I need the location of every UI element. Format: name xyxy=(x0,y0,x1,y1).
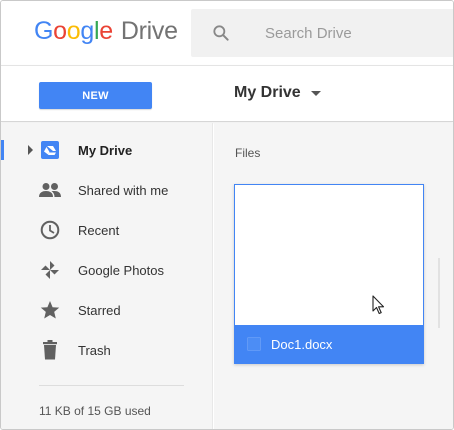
sidebar-item-label: Google Photos xyxy=(78,262,165,278)
product-name: Drive xyxy=(120,17,178,45)
sidebar-item-label: My Drive xyxy=(78,142,133,158)
scrollbar[interactable] xyxy=(438,258,440,328)
people-icon xyxy=(39,180,61,200)
sidebar-item-starred[interactable]: Starred xyxy=(1,290,213,330)
file-thumbnail xyxy=(235,185,423,325)
main-content: Files Doc1.docx xyxy=(214,123,453,429)
star-icon xyxy=(39,300,61,320)
app-window: Google Drive NEW My Drive xyxy=(0,0,454,430)
file-card[interactable]: Doc1.docx xyxy=(234,184,424,364)
toolbar: NEW My Drive xyxy=(1,65,453,122)
clock-icon xyxy=(39,220,61,240)
sidebar-item-shared-with-me[interactable]: Shared with me xyxy=(1,170,213,210)
location-dropdown[interactable]: My Drive xyxy=(234,84,321,102)
sidebar-item-label: Shared with me xyxy=(78,182,169,198)
sidebar-item-label: Recent xyxy=(78,222,120,238)
logo-letter: G xyxy=(34,17,54,45)
section-heading: Files xyxy=(235,146,261,160)
sidebar-item-recent[interactable]: Recent xyxy=(1,210,213,250)
file-name: Doc1.docx xyxy=(271,337,333,352)
caret-down-icon xyxy=(310,90,321,96)
location-label: My Drive xyxy=(234,84,301,101)
search-icon[interactable] xyxy=(211,23,231,43)
sidebar-item-label: Trash xyxy=(78,342,111,358)
trash-icon xyxy=(39,340,61,360)
sidebar-item-google-photos[interactable]: Google Photos xyxy=(1,250,213,290)
active-indicator xyxy=(1,140,4,160)
search-input[interactable] xyxy=(265,23,445,43)
storage-usage: 11 KB of 15 GB used xyxy=(39,404,151,418)
new-button[interactable]: NEW xyxy=(39,82,152,109)
google-drive-logo[interactable]: Google Drive xyxy=(34,17,178,51)
expand-arrow-icon[interactable] xyxy=(28,145,33,155)
file-footer: Doc1.docx xyxy=(235,325,423,363)
logo-letter: g xyxy=(80,17,94,45)
sidebar-item-my-drive[interactable]: My Drive xyxy=(1,130,213,170)
top-bar: Google Drive xyxy=(1,1,453,65)
logo-letter: o xyxy=(53,17,67,45)
sidebar: My Drive Shared with me Recent Google Ph… xyxy=(1,123,213,429)
logo-letter: o xyxy=(66,17,81,45)
sidebar-item-label: Starred xyxy=(78,302,121,318)
logo-letter: e xyxy=(99,17,113,45)
search-bar[interactable] xyxy=(191,9,453,57)
pinwheel-icon xyxy=(39,260,61,280)
file-type-icon xyxy=(247,337,261,351)
mouse-pointer-icon xyxy=(372,295,385,315)
sidebar-divider xyxy=(39,385,184,386)
sidebar-item-trash[interactable]: Trash xyxy=(1,330,213,370)
my-drive-icon xyxy=(39,140,61,160)
